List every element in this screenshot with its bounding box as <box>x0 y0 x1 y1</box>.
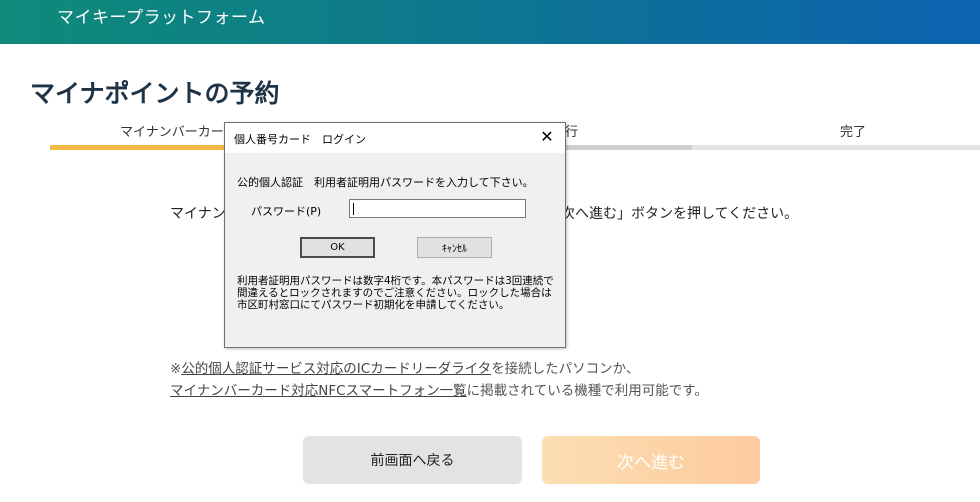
notice-text-2: に掲載されている機種で利用可能です。 <box>466 383 708 399</box>
dialog-titlebar: 個人番号カード ログイン ✕ <box>225 123 565 153</box>
login-dialog: 個人番号カード ログイン ✕ 公的個人認証 利用者証明用パスワードを入力して下さ… <box>224 122 566 348</box>
close-icon[interactable]: ✕ <box>537 127 557 147</box>
step-3-bar <box>692 145 980 150</box>
cancel-button[interactable]: ｷｬﾝｾﾙ <box>417 237 492 258</box>
next-button[interactable]: 次へ進む <box>542 436 760 484</box>
instruction-text-right: 次へ進む」ボタンを押してください。 <box>561 206 799 222</box>
password-label: パスワード(P) <box>251 205 322 218</box>
device-notice: ※公的個人認証サービス対応のICカードリーダライタを接続したパソコンか、 マイナ… <box>170 358 708 402</box>
password-note: 利用者証明用パスワードは数字4桁です。本パスワードは3回連続で間違えるとロックさ… <box>237 275 554 311</box>
dialog-message: 公的個人認証 利用者証明用パスワードを入力して下さい。 <box>237 176 534 189</box>
notice-line-1: ※公的個人認証サービス対応のICカードリーダライタを接続したパソコンか、 <box>170 358 708 380</box>
notice-text-1: を接続したパソコンか、 <box>491 361 640 377</box>
instruction-text-left: マイナン <box>170 206 226 222</box>
nfc-smartphone-list-link[interactable]: マイナンバーカード対応NFCスマートフォン一覧 <box>170 383 467 399</box>
app-title: マイキープラットフォーム <box>57 8 266 28</box>
step-1-label: マイナンバーカー <box>120 125 224 140</box>
ic-card-reader-link[interactable]: 公的個人認証サービス対応のICカードリーダライタ <box>181 361 491 377</box>
password-input[interactable] <box>349 199 526 218</box>
step-3-label: 完了 <box>840 125 867 140</box>
text-caret <box>353 203 354 215</box>
dialog-title: 個人番号カード ログイン <box>234 133 366 146</box>
notice-line-2: マイナンバーカード対応NFCスマートフォン一覧に掲載されている機種で利用可能です… <box>170 380 708 402</box>
notice-prefix: ※ <box>170 361 182 377</box>
ok-button[interactable]: OK <box>300 237 375 258</box>
page-title: マイナポイントの予約 <box>30 79 280 108</box>
back-button[interactable]: 前画面へ戻る <box>303 436 522 484</box>
app-header: マイキープラットフォーム <box>0 0 980 44</box>
